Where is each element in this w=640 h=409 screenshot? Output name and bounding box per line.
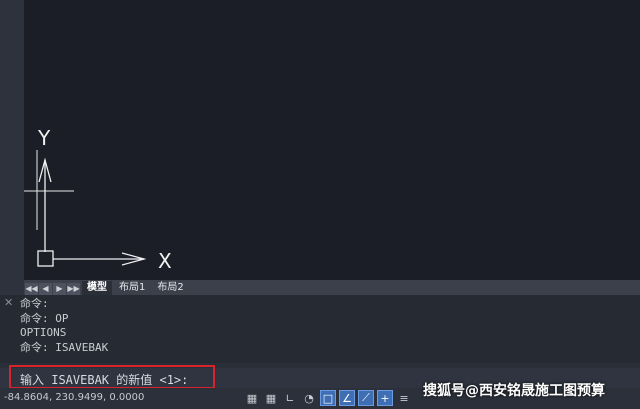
next-tab-button[interactable]: ▶ bbox=[53, 283, 66, 295]
grid-icon[interactable]: ▦ bbox=[244, 390, 260, 406]
osnap-icon[interactable]: □ bbox=[320, 390, 336, 406]
dynamic-input-icon[interactable]: + bbox=[377, 390, 393, 406]
coordinate-readout: -84.8604, 230.9499, 0.0000 bbox=[4, 392, 145, 403]
tab-layout1[interactable]: 布局1 bbox=[114, 281, 150, 295]
ucs-icon: Y X bbox=[24, 126, 172, 273]
close-icon[interactable]: ✕ bbox=[4, 296, 13, 309]
watermark-text: 搜狐号@西安铭晟施工图预算 bbox=[423, 383, 605, 399]
status-toggles: ▦ ▦ ∟ ◔ □ ∠ ⟋ + ≡ bbox=[244, 390, 412, 406]
history-line: 命令: bbox=[20, 297, 49, 310]
ortho-icon[interactable]: ∟ bbox=[282, 390, 298, 406]
last-tab-button[interactable]: ▶▶ bbox=[67, 283, 80, 295]
tab-layout2[interactable]: 布局2 bbox=[152, 281, 188, 295]
otrack-icon[interactable]: ∠ bbox=[339, 390, 355, 406]
history-line: 命令: OP bbox=[20, 311, 69, 325]
first-tab-button[interactable]: ◀◀ bbox=[25, 283, 38, 295]
command-history: 命令: 命令: OP OPTIONS 命令: ISAVEBAK bbox=[20, 297, 108, 355]
ucs-x-label: X bbox=[158, 249, 172, 273]
prev-tab-button[interactable]: ◀ bbox=[39, 283, 52, 295]
ucs-y-label: Y bbox=[37, 126, 51, 150]
history-line: OPTIONS bbox=[20, 326, 67, 339]
snap-grid-icon[interactable]: ▦ bbox=[263, 390, 279, 406]
dynamic-ucs-icon[interactable]: ⟋ bbox=[358, 390, 374, 406]
command-history-panel: ✕ 命令: 命令: OP OPTIONS 命令: ISAVEBAK bbox=[0, 295, 640, 363]
history-line: 命令: ISAVEBAK bbox=[20, 340, 109, 354]
ucs-origin-box bbox=[37, 250, 54, 267]
lineweight-icon[interactable]: ≡ bbox=[396, 390, 412, 406]
drawing-viewport[interactable]: Y X bbox=[24, 0, 640, 280]
layout-tab-bar: ◀◀ ◀ ▶ ▶▶ 模型 布局1 布局2 bbox=[24, 280, 640, 295]
command-prompt: 输入 ISAVEBAK 的新值 <1>: bbox=[20, 373, 189, 387]
tab-model[interactable]: 模型 bbox=[82, 281, 112, 295]
polar-icon[interactable]: ◔ bbox=[301, 390, 317, 406]
